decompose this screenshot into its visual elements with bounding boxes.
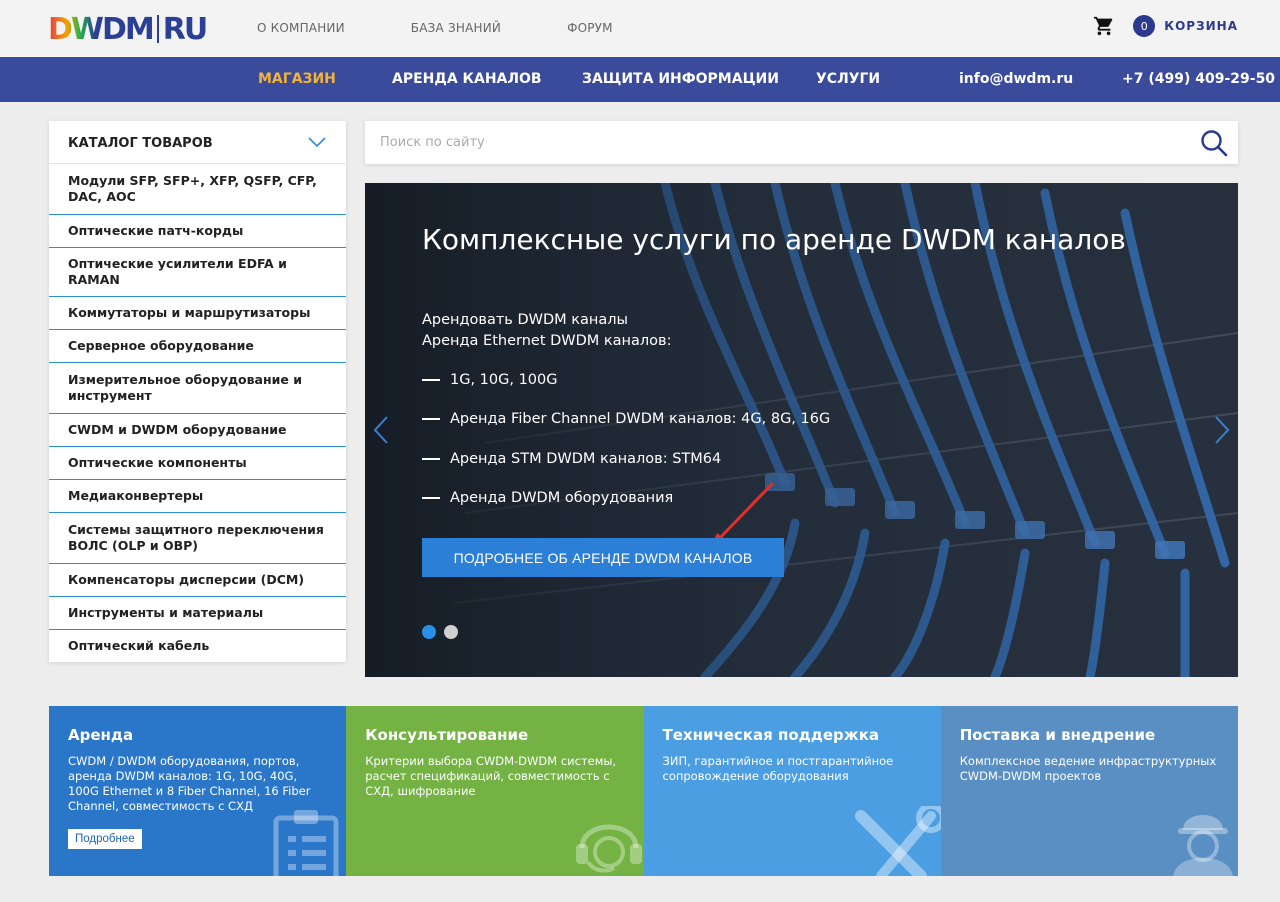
tile-text: Комплексное ведение инфраструктурных CWD… xyxy=(959,754,1217,783)
hero-bullet: 1G, 10G, 100G xyxy=(422,372,558,388)
tile-title: Поставка и внедрение xyxy=(959,726,1156,744)
catalog-item-sfp-modules[interactable]: Модули SFP, SFP+, XFP, QSFP, CFP, DAC, A… xyxy=(49,164,346,215)
main-nav-email[interactable]: info@dwdm.ru xyxy=(959,71,1073,87)
tile-text: Критерии выбора CWDM-DWDM системы, расче… xyxy=(365,754,617,798)
catalog-header[interactable]: КАТАЛОГ ТОВАРОВ xyxy=(49,121,346,164)
dash-icon xyxy=(422,458,440,460)
tile-text: ЗИП, гарантийное и постгарантийное сопро… xyxy=(662,754,894,783)
catalog-item-switches[interactable]: Коммутаторы и маршрутизаторы xyxy=(49,297,346,330)
catalog-item-tools[interactable]: Инструменты и материалы xyxy=(49,597,346,630)
tile-delivery[interactable]: Поставка и внедрение Комплексное ведение… xyxy=(940,706,1238,876)
catalog-menu: КАТАЛОГ ТОВАРОВ Модули SFP, SFP+, XFP, Q… xyxy=(49,121,346,662)
top-nav-knowledge-base[interactable]: БАЗА ЗНАНИЙ xyxy=(411,21,501,35)
top-bar: DWDM RU О КОМПАНИИ БАЗА ЗНАНИЙ ФОРУМ 0 К… xyxy=(0,0,1280,57)
dash-icon xyxy=(422,497,440,499)
catalog-item-patch-cords[interactable]: Оптические патч-корды xyxy=(49,215,346,248)
tile-more-button[interactable]: Подробнее xyxy=(68,829,142,849)
catalog-item-optical-components[interactable]: Оптические компоненты xyxy=(49,447,346,480)
hero-bullet: Аренда DWDM оборудования xyxy=(422,490,673,506)
clipboard-icon xyxy=(273,810,339,876)
hero-bullet-text: 1G, 10G, 100G xyxy=(450,372,558,388)
headset-icon xyxy=(575,824,642,873)
hero-bullet-text: Аренда Fiber Channel DWDM каналов: 4G, 8… xyxy=(450,411,831,427)
logo-divider xyxy=(156,15,159,43)
site-logo[interactable]: DWDM RU xyxy=(48,11,208,47)
chevron-down-icon xyxy=(308,137,326,148)
tile-support[interactable]: Техническая поддержка ЗИП, гарантийное и… xyxy=(643,706,941,876)
hero-background-image xyxy=(365,183,1238,677)
logo-text-ru: RU xyxy=(162,11,208,47)
catalog-item-cwdm-dwdm[interactable]: CWDM и DWDM оборудование xyxy=(49,414,346,447)
catalog-title: КАТАЛОГ ТОВАРОВ xyxy=(68,136,213,151)
hero-bullet: Аренда STM DWDM каналов: STM64 xyxy=(422,451,721,467)
top-nav: О КОМПАНИИ БАЗА ЗНАНИЙ ФОРУМ xyxy=(257,21,679,35)
tile-title: Техническая поддержка xyxy=(662,726,880,744)
main-nav-channel-rent[interactable]: АРЕНДА КАНАЛОВ xyxy=(392,71,542,87)
slider-dot-2[interactable] xyxy=(444,625,458,639)
tools-icon xyxy=(854,806,941,876)
main-nav-info-security[interactable]: ЗАЩИТА ИНФОРМАЦИИ xyxy=(582,71,779,87)
hero-bullet: Аренда Fiber Channel DWDM каналов: 4G, 8… xyxy=(422,411,830,427)
cart-count-badge: 0 xyxy=(1133,15,1156,37)
dash-icon xyxy=(422,379,440,381)
search-input[interactable] xyxy=(365,121,1165,164)
search-icon[interactable] xyxy=(1200,129,1228,157)
catalog-item-dcm[interactable]: Компенсаторы дисперсии (DCM) xyxy=(49,564,346,597)
catalog-item-optical-cable[interactable]: Оптический кабель xyxy=(49,630,346,662)
catalog-item-protection-switching[interactable]: Системы защитного переключения ВОЛС (OLP… xyxy=(49,513,346,564)
cart-label: КОРЗИНА xyxy=(1164,19,1238,33)
cart-icon xyxy=(1094,16,1113,36)
main-nav-phone[interactable]: +7 (499) 409-29-50 xyxy=(1122,71,1275,87)
catalog-item-media-converters[interactable]: Медиаконвертеры xyxy=(49,480,346,513)
dash-icon xyxy=(422,418,440,420)
feature-tiles: Аренда CWDM / DWDM оборудования, портов,… xyxy=(49,706,1238,876)
main-nav-services[interactable]: УСЛУГИ xyxy=(816,71,880,87)
slider-dots xyxy=(422,625,466,639)
search-bar xyxy=(365,121,1238,164)
tile-title: Аренда xyxy=(68,726,134,744)
hero-more-button[interactable]: ПОДРОБНЕЕ ОБ АРЕНДЕ DWDM КАНАЛОВ xyxy=(422,538,784,577)
engineer-icon xyxy=(1173,815,1233,876)
catalog-item-servers[interactable]: Серверное оборудование xyxy=(49,330,346,363)
tile-rent[interactable]: Аренда CWDM / DWDM оборудования, портов,… xyxy=(49,706,347,876)
top-nav-forum[interactable]: ФОРУМ xyxy=(567,21,613,35)
chevron-left-icon[interactable] xyxy=(373,415,389,445)
hero-bullet-text: Аренда STM DWDM каналов: STM64 xyxy=(450,451,722,467)
logo-text-dwdm: DWDM xyxy=(48,11,155,47)
tile-consulting[interactable]: Консультирование Критерии выбора CWDM-DW… xyxy=(346,706,644,876)
slider-dot-1[interactable] xyxy=(422,625,436,639)
catalog-item-amplifiers[interactable]: Оптические усилители EDFA и RAMAN xyxy=(49,248,346,297)
top-nav-about[interactable]: О КОМПАНИИ xyxy=(257,21,345,35)
hero-bullet-text: Аренда DWDM оборудования xyxy=(450,490,674,506)
hero-line-rent: Арендовать DWDM каналы xyxy=(422,312,628,328)
hero-title: Комплексные услуги по аренде DWDM канало… xyxy=(422,223,1126,256)
chevron-right-icon[interactable] xyxy=(1214,415,1230,445)
hero-slider: Комплексные услуги по аренде DWDM канало… xyxy=(365,183,1238,677)
hero-line-ethernet: Аренда Ethernet DWDM каналов: xyxy=(422,333,672,349)
catalog-item-measuring[interactable]: Измерительное оборудование и инструмент xyxy=(49,363,346,414)
tile-title: Консультирование xyxy=(365,726,529,744)
main-nav-shop[interactable]: МАГАЗИН xyxy=(258,71,336,87)
cart-button[interactable]: 0 КОРЗИНА xyxy=(1093,15,1238,37)
tile-text: CWDM / DWDM оборудования, портов, аренда… xyxy=(68,754,311,813)
main-nav: МАГАЗИН АРЕНДА КАНАЛОВ ЗАЩИТА ИНФОРМАЦИИ… xyxy=(0,57,1280,102)
